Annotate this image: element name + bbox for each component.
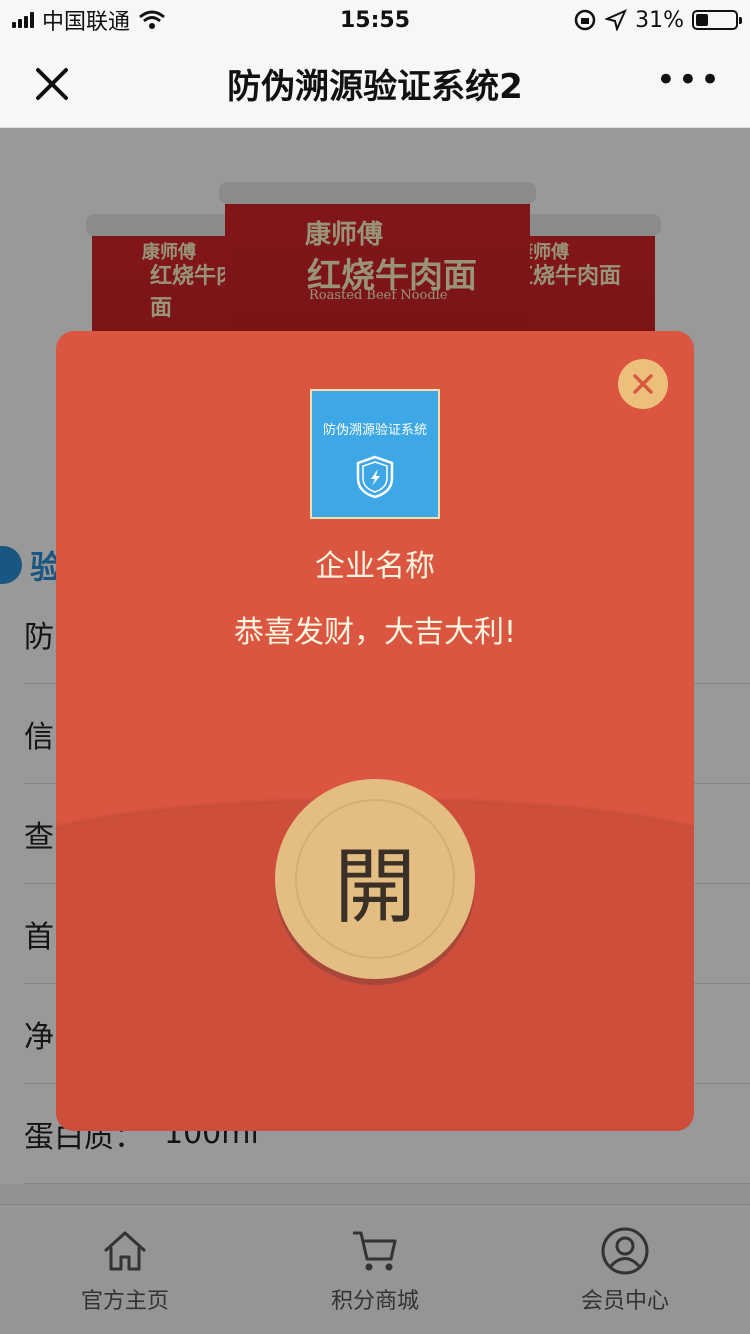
logo-text: 防伪溯源验证系统 [322, 423, 427, 438]
close-icon [633, 374, 653, 394]
open-button-ring: 開 [295, 799, 455, 959]
company-name: 企业名称 [315, 549, 435, 584]
more-menu-button[interactable]: ••• [656, 63, 722, 97]
red-packet-modal: 防伪溯源验证系统 企业名称 恭喜发财，大吉大利! 開 [56, 331, 694, 1131]
open-label: 開 [333, 839, 416, 935]
battery-icon [692, 10, 742, 30]
nav-bar: 防伪溯源验证系统2 ••• [0, 40, 750, 128]
wifi-icon [139, 10, 165, 29]
close-icon[interactable] [30, 62, 74, 106]
open-red-packet-button[interactable]: 開 [275, 779, 475, 979]
page-title: 防伪溯源验证系统2 [227, 67, 523, 107]
signal-icon [12, 12, 34, 28]
carrier-name: 中国联通 [42, 10, 131, 35]
company-logo: 防伪溯源验证系统 [310, 389, 440, 519]
greeting-text: 恭喜发财，大吉大利! [233, 615, 517, 650]
battery-percent: 31% [635, 7, 684, 33]
shield-icon [356, 455, 394, 499]
rotation-lock-icon [574, 9, 596, 31]
status-bar: 中国联通 15:55 31% [0, 0, 750, 40]
location-icon [605, 9, 628, 31]
modal-close-button[interactable] [618, 359, 668, 409]
